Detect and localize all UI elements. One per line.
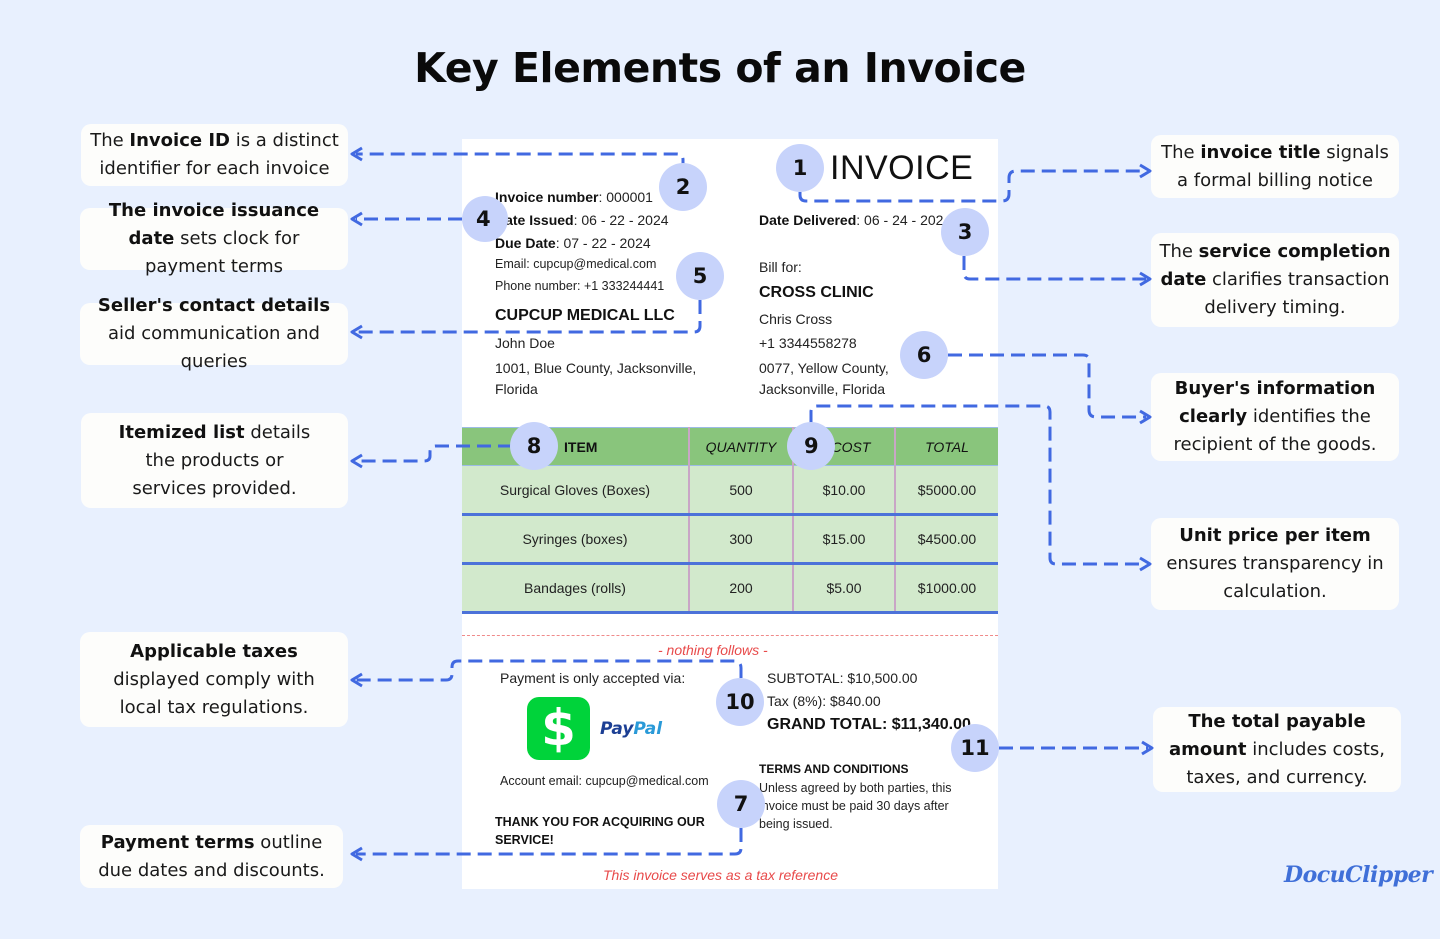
cell-total: $4500.00: [895, 514, 998, 565]
cell-cost: $5.00: [793, 563, 896, 614]
callout-seller-contact: Seller's contact details aid communicati…: [80, 295, 348, 372]
callout-service-completion: The service completion date clarifies tr…: [1151, 233, 1399, 327]
cell-item: Surgical Gloves (Boxes): [462, 465, 690, 516]
arrowhead-7: [350, 846, 363, 862]
callout-text: Applicable taxes displayed comply with l…: [113, 640, 315, 718]
arrowhead-2: [350, 146, 363, 162]
bill-for-label: Bill for:: [759, 259, 802, 275]
callout-invoice-title: The invoice title signals a formal billi…: [1151, 135, 1399, 198]
tax-line: Tax (8%): $840.00: [767, 693, 881, 709]
cell-quantity: 300: [689, 514, 794, 565]
badge-3: 3: [941, 208, 989, 256]
callout-buyer-info: Buyer's information clearly identifies t…: [1151, 373, 1399, 461]
callout-text: The invoice title signals a formal billi…: [1161, 141, 1389, 191]
seller-address-line1: 1001, Blue County, Jacksonville,: [495, 360, 697, 376]
seller-company: CUPCUP MEDICAL LLC: [495, 307, 675, 324]
callout-text: Payment terms outline due dates and disc…: [98, 831, 325, 881]
buyer-address-line1: 0077, Yellow County,: [759, 360, 889, 376]
cell-item: Bandages (rolls): [462, 563, 690, 614]
badge-1: 1: [776, 144, 824, 192]
callout-payment-terms: Payment terms outline due dates and disc…: [80, 825, 343, 888]
cell-total: $5000.00: [895, 465, 998, 516]
arrowhead-1: [1139, 163, 1152, 179]
cell-quantity: 200: [689, 563, 794, 614]
callout-text: Seller's contact details aid communicati…: [97, 295, 331, 372]
cell-quantity: 500: [689, 465, 794, 516]
grand-total: GRAND TOTAL: $11,340.00: [767, 716, 971, 733]
table-row: Bandages (rolls) 200 $5.00 $1000.00: [462, 563, 998, 614]
date-issued: Date Issued: 06 - 22 - 2024: [495, 212, 669, 228]
account-email: Account email: cupcup@medical.com: [500, 774, 709, 788]
arrowhead-3: [1139, 271, 1152, 287]
cell-total: $1000.00: [895, 563, 998, 614]
badge-10: 10: [716, 678, 764, 726]
arrowhead-5: [350, 324, 363, 340]
table-row: Surgical Gloves (Boxes) 500 $10.00 $5000…: [462, 465, 998, 516]
badge-5: 5: [676, 252, 724, 300]
badge-11: 11: [951, 724, 999, 772]
paypal-logo: PayPal: [600, 719, 663, 739]
page-title: Key Elements of an Invoice: [414, 44, 1026, 92]
badge-7: 7: [717, 780, 765, 828]
badge-6: 6: [900, 331, 948, 379]
callout-text: Itemized list details the products or se…: [118, 421, 311, 499]
seller-contact: John Doe: [495, 335, 555, 351]
buyer-phone: +1 3344558278: [759, 335, 857, 351]
callout-invoice-id: The Invoice ID is a distinct identifier …: [81, 124, 348, 186]
column-header-total: TOTAL: [895, 427, 998, 466]
callout-unit-price: Unit price per item ensures transparency…: [1151, 518, 1399, 610]
column-header-quantity: QUANTITY: [689, 427, 794, 466]
cell-item: Syringes (boxes): [462, 514, 690, 565]
arrowhead-10: [350, 672, 363, 688]
tax-reference-note: This invoice serves as a tax reference: [603, 867, 838, 883]
buyer-address-line2: Jacksonville, Florida: [759, 381, 886, 397]
buyer-contact: Chris Cross: [759, 311, 833, 327]
table-row: Syringes (boxes) 300 $15.00 $4500.00: [462, 514, 998, 565]
callout-text: The service completion date clarifies tr…: [1159, 241, 1391, 318]
arrowhead-6: [1139, 409, 1152, 425]
seller-address-line2: Florida: [495, 381, 538, 397]
invoice-title: INVOICE: [830, 149, 974, 187]
callout-text: The Invoice ID is a distinct identifier …: [90, 130, 339, 179]
due-date: Due Date: 07 - 22 - 2024: [495, 235, 651, 251]
column-header-item: ITEM: [462, 427, 690, 466]
invoice-document: INVOICE Invoice number: 000001 Date Issu…: [462, 139, 998, 889]
nothing-follows-note: - nothing follows -: [658, 642, 768, 658]
payment-label: Payment is only accepted via:: [500, 670, 686, 686]
thank-you-line2: SERVICE!: [495, 833, 554, 847]
badge-9: 9: [787, 422, 835, 470]
callout-text: Unit price per item ensures transparency…: [1166, 525, 1384, 602]
badge-8: 8: [510, 422, 558, 470]
callout-applicable-taxes: Applicable taxes displayed comply with l…: [80, 632, 348, 727]
callout-text: Buyer's information clearly identifies t…: [1173, 378, 1377, 455]
terms-line1: Unless agreed by both parties, this: [759, 781, 952, 795]
cashapp-icon: $: [527, 697, 590, 760]
badge-2: 2: [659, 163, 707, 211]
terms-line2: invoice must be paid 30 days after: [759, 799, 949, 813]
terms-title: TERMS AND CONDITIONS: [759, 762, 909, 776]
date-delivered: Date Delivered: 06 - 24 - 2024: [759, 212, 952, 228]
callout-total-payable: The total payable amount includes costs,…: [1153, 707, 1401, 792]
callout-text: The invoice issuance date sets clock for…: [108, 200, 320, 277]
invoice-number: Invoice number: 000001: [495, 189, 653, 205]
subtotal: SUBTOTAL: $10,500.00: [767, 670, 918, 686]
callout-itemized-list: Itemized list details the products or se…: [81, 413, 348, 508]
seller-email: Email: cupcup@medical.com: [495, 257, 657, 271]
badge-4: 4: [462, 196, 508, 242]
cell-cost: $10.00: [793, 465, 896, 516]
arrowhead-4: [350, 211, 363, 227]
callout-text: The total payable amount includes costs,…: [1169, 710, 1385, 788]
arrowhead-9: [1139, 556, 1152, 572]
buyer-company: CROSS CLINIC: [759, 284, 874, 301]
terms-line3: being issued.: [759, 817, 833, 831]
seller-phone: Phone number: +1 333244441: [495, 279, 665, 293]
arrowhead-11: [1141, 740, 1154, 756]
dashed-divider: [462, 635, 998, 636]
callout-issuance-date: The invoice issuance date sets clock for…: [80, 200, 348, 277]
docuclipper-logo: DocuClipper: [1284, 862, 1433, 888]
cell-cost: $15.00: [793, 514, 896, 565]
arrowhead-8: [350, 453, 363, 469]
thank-you-line1: THANK YOU FOR ACQUIRING OUR: [495, 815, 705, 829]
